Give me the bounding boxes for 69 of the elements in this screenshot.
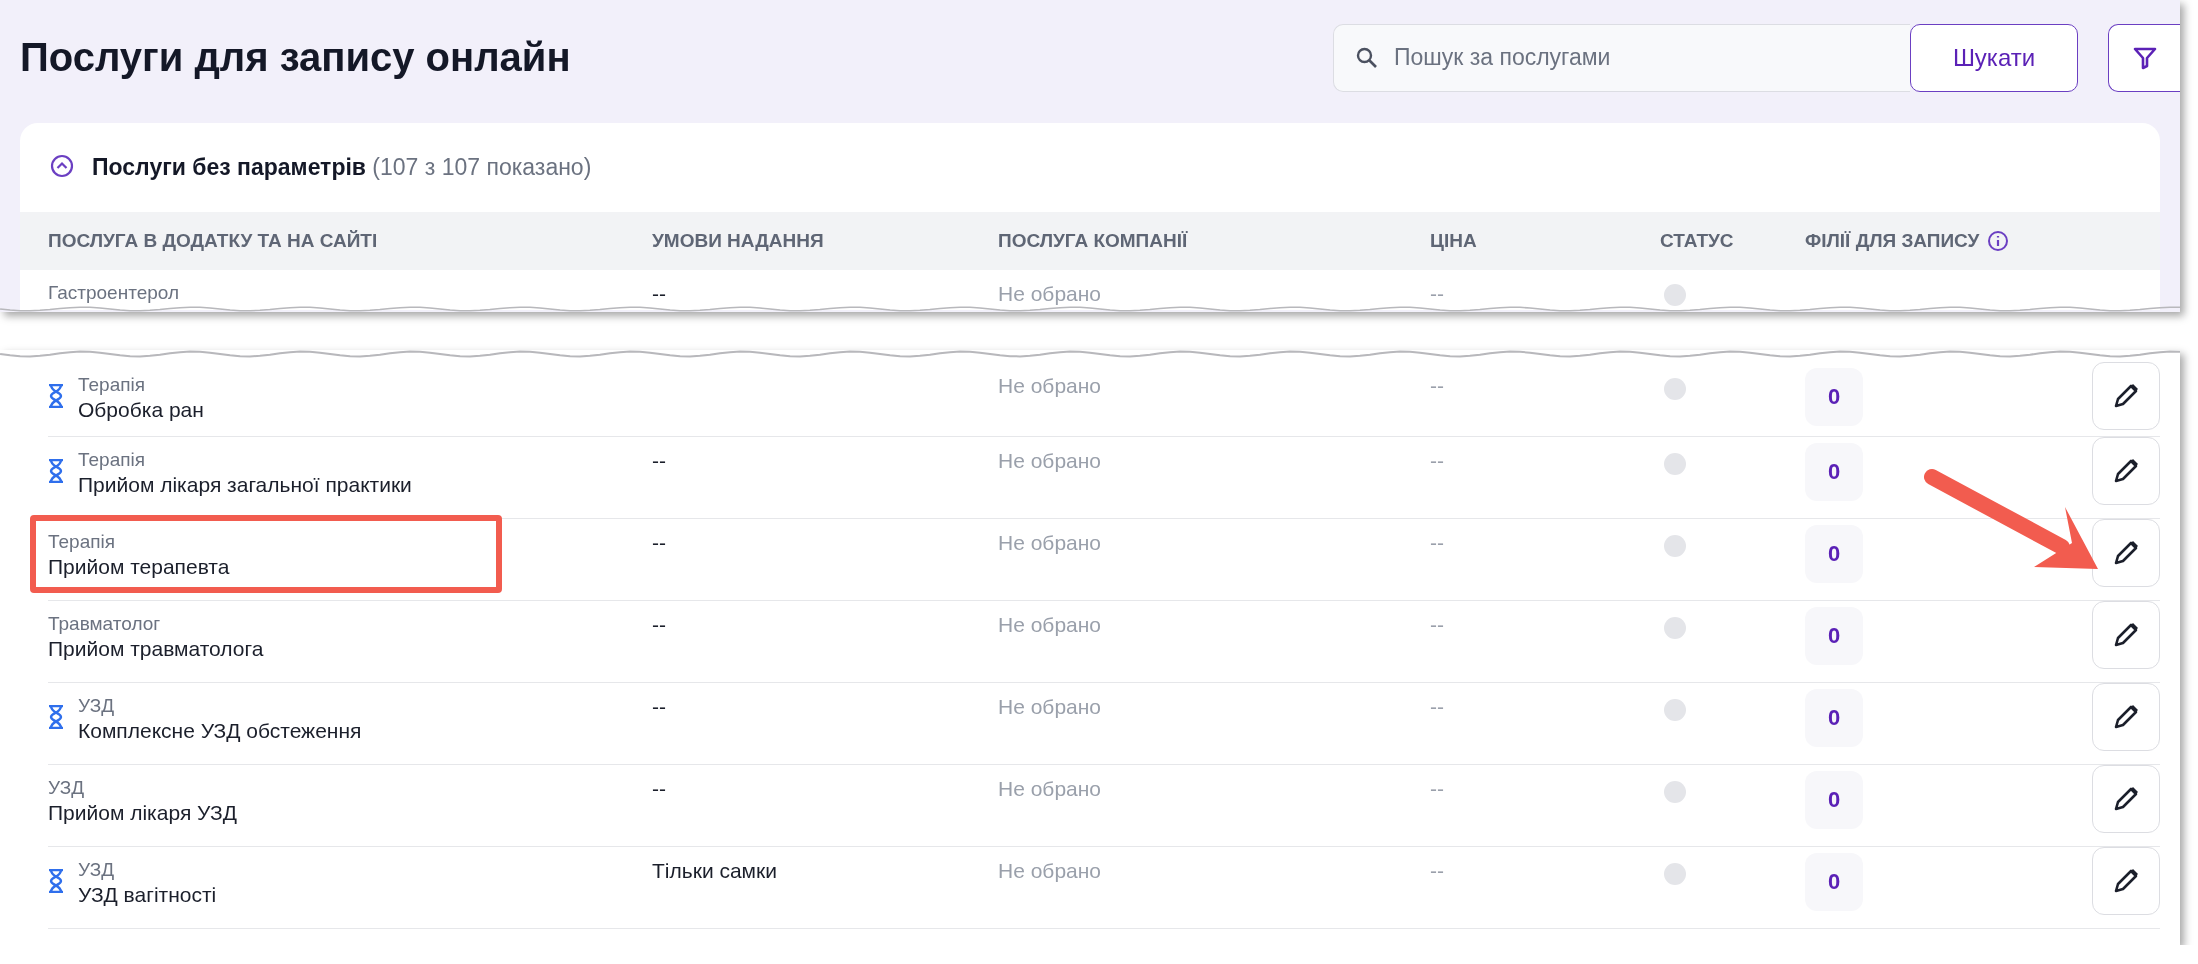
filter-button[interactable] <box>2108 23 2180 92</box>
hourglass-icon <box>48 458 64 483</box>
price-text: -- <box>1430 776 1445 801</box>
branch-count: 0 <box>1805 771 1863 829</box>
branch-count: 0 <box>1805 525 1863 583</box>
search-button[interactable]: Шукати <box>1910 23 2078 92</box>
price-text: -- <box>1430 858 1445 883</box>
service-category: Травматолог <box>48 613 162 635</box>
column-header: ФІЛІЇ ДЛЯ ЗАПИСУ <box>1805 230 1980 252</box>
conditions-text: Тільки самки <box>652 858 778 883</box>
edit-button[interactable] <box>2092 847 2160 915</box>
price-text: -- <box>1430 612 1445 637</box>
edit-button[interactable] <box>2092 519 2160 587</box>
hourglass-icon <box>48 383 64 408</box>
conditions-text: -- <box>652 530 667 555</box>
service-category: Гастроентерол <box>48 282 180 304</box>
branch-count: 0 <box>1805 368 1863 426</box>
edit-button[interactable] <box>2092 362 2160 430</box>
service-name: Прийом лікаря УЗД <box>48 801 237 825</box>
service-category: Терапія <box>48 531 117 553</box>
branch-count: 0 <box>1805 853 1863 911</box>
service-name: Прийом терапевта <box>48 555 230 579</box>
branch-count: 0 <box>1805 689 1863 747</box>
conditions-text: -- <box>652 612 667 637</box>
collapse-icon[interactable] <box>50 153 74 178</box>
search-icon <box>1356 46 1378 69</box>
service-category: УЗД <box>78 695 115 717</box>
service-name: Прийом лікаря загальної практики <box>78 473 412 497</box>
info-icon <box>1987 230 2010 252</box>
company-service-text: Не обрано <box>998 373 1103 398</box>
service-name: Обробка ран <box>78 398 204 422</box>
edit-button[interactable] <box>2092 765 2160 833</box>
edit-button[interactable] <box>2092 437 2160 505</box>
column-header: УМОВИ НАДАННЯ <box>652 230 824 252</box>
service-category: Терапія <box>78 449 147 471</box>
price-text: -- <box>1430 530 1445 555</box>
company-service-text: Не обрано <box>998 448 1103 473</box>
column-header: ПОСЛУГА В ДОДАТКУ ТА НА САЙТІ <box>48 230 378 252</box>
price-text: -- <box>1430 694 1445 719</box>
company-service-text: Не обрано <box>998 858 1103 883</box>
hourglass-icon <box>48 868 64 893</box>
service-name: Комплексне УЗД обстеження <box>78 719 362 743</box>
edit-button[interactable] <box>2092 683 2160 751</box>
conditions-text: -- <box>652 694 667 719</box>
company-service-text: Не обрано <box>998 776 1103 801</box>
service-name: Прийом травматолога <box>48 637 264 661</box>
section-title: Послуги без параметрів (107 з 107 показано) <box>92 154 592 181</box>
page-title: Послуги для запису онлайн <box>20 35 572 80</box>
conditions-text: -- <box>652 448 667 473</box>
service-category: Терапія <box>78 374 147 396</box>
price-text: -- <box>1430 448 1445 473</box>
column-header: СТАТУС <box>1660 230 1734 252</box>
service-category: УЗД <box>48 777 85 799</box>
column-header: ЦІНА <box>1430 230 1477 252</box>
column-header: ПОСЛУГА КОМПАНІЇ <box>998 230 1188 252</box>
service-name: УЗД вагітності <box>78 883 217 907</box>
conditions-text: -- <box>652 281 667 306</box>
price-text: -- <box>1430 373 1445 398</box>
branch-count: 0 <box>1805 607 1863 665</box>
price-text: -- <box>1430 281 1445 306</box>
branch-count: 0 <box>1805 443 1863 501</box>
company-service-text: Не обрано <box>998 281 1103 306</box>
service-category: УЗД <box>78 859 115 881</box>
company-service-text: Не обрано <box>998 612 1103 637</box>
edit-button[interactable] <box>2092 601 2160 669</box>
company-service-text: Не обрано <box>998 530 1103 555</box>
company-service-text: Не обрано <box>998 694 1103 719</box>
hourglass-icon <box>48 704 64 729</box>
conditions-text: -- <box>652 776 667 801</box>
